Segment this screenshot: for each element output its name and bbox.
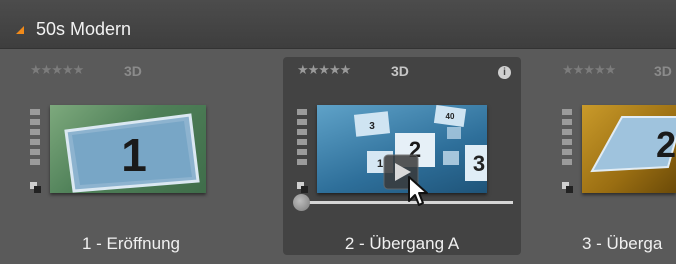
- category-title: 50s Modern: [36, 19, 132, 39]
- theme-card-3[interactable]: ★★★★★ 3D 2 3 - Überga: [558, 57, 676, 255]
- scrubber-track[interactable]: [299, 201, 513, 204]
- 3d-badge: 3D: [391, 63, 409, 79]
- info-icon[interactable]: i: [498, 66, 511, 79]
- svg-text:40: 40: [446, 112, 455, 121]
- film-strip-icon: [297, 109, 307, 177]
- theme-gallery: ★★★★★ 3D 1 1 - Eröffnung ★★★★★ 3D i 3 40…: [0, 49, 676, 264]
- theme-thumbnail[interactable]: 1: [50, 105, 206, 193]
- theme-label: 1 - Eröffnung: [82, 234, 180, 253]
- star-rating-icon[interactable]: ★★★★★: [30, 62, 84, 78]
- corner-marker-icon: [297, 182, 308, 193]
- svg-text:3: 3: [369, 121, 375, 132]
- theme-label: 2 - Übergang A: [344, 234, 460, 253]
- scrubber-handle[interactable]: [293, 194, 310, 211]
- film-strip-icon: [562, 109, 572, 177]
- collapse-triangle-icon[interactable]: [16, 26, 24, 34]
- star-rating-icon[interactable]: ★★★★★: [297, 62, 351, 78]
- mouse-cursor-icon: [408, 176, 428, 206]
- corner-marker-icon: [30, 182, 41, 193]
- category-header[interactable]: 50s Modern: [0, 0, 676, 49]
- thumbnail-art: 1: [64, 113, 200, 193]
- svg-text:3: 3: [473, 151, 485, 176]
- thumbnail-art: 2: [590, 116, 676, 173]
- thumbnail-number: 1: [121, 129, 147, 181]
- thumbnail-number: 2: [656, 124, 676, 165]
- film-strip-icon: [30, 109, 40, 177]
- corner-marker-icon: [562, 182, 573, 193]
- star-rating-icon[interactable]: ★★★★★: [562, 62, 616, 78]
- theme-thumbnail[interactable]: 2: [582, 105, 676, 193]
- 3d-badge: 3D: [654, 63, 672, 79]
- theme-label: 3 - Überga: [582, 234, 663, 253]
- theme-card-1[interactable]: ★★★★★ 3D 1 1 - Eröffnung: [16, 57, 246, 255]
- theme-card-2[interactable]: ★★★★★ 3D i 3 40 2 1 3 2 - Übergang A: [283, 57, 521, 255]
- 3d-badge: 3D: [124, 63, 142, 79]
